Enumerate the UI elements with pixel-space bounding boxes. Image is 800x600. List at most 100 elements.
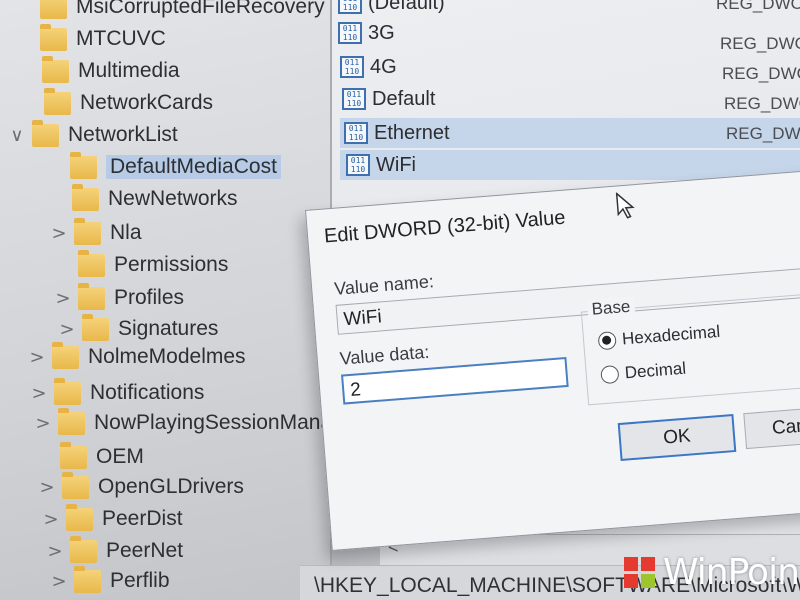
- chevron-right-icon[interactable]: >: [36, 509, 66, 530]
- tree-item-defaultmediacost[interactable]: DefaultMediaCost: [54, 151, 281, 182]
- tree-item-label: PeerDist: [102, 507, 183, 530]
- tree-item[interactable]: > PeerNet: [40, 535, 184, 566]
- cancel-button[interactable]: Cancel: [743, 404, 800, 450]
- tree-item[interactable]: Multimedia: [26, 55, 180, 86]
- chevron-right-icon[interactable]: >: [48, 288, 78, 309]
- ok-button[interactable]: OK: [617, 414, 737, 462]
- chevron-right-icon[interactable]: >: [52, 319, 82, 340]
- folder-icon: [78, 282, 105, 310]
- tree-item[interactable]: > Notifications: [24, 377, 205, 408]
- watermark-text: WinPoin: [663, 552, 800, 593]
- edit-dword-dialog[interactable]: Edit DWORD (32-bit) Value Value name: Wi…: [305, 169, 800, 551]
- value-type: REG_DWORD: [726, 124, 800, 143]
- tree-item[interactable]: > Perflib: [44, 565, 170, 596]
- dialog-title: Edit DWORD (32-bit) Value: [323, 206, 567, 248]
- chevron-right-icon[interactable]: >: [40, 541, 70, 562]
- tree-item[interactable]: Permissions: [62, 249, 229, 280]
- decimal-label: Decimal: [624, 358, 687, 383]
- tree-item[interactable]: > NowPlayingSessionManager: [28, 407, 362, 438]
- folder-icon: [44, 87, 71, 115]
- tree-item-label: NewNetworks: [108, 187, 238, 210]
- tree-item-label: Perflib: [110, 569, 170, 592]
- folder-icon: [82, 313, 109, 341]
- tree-item-label: Signatures: [118, 317, 219, 340]
- value-name: Ethernet: [374, 121, 450, 144]
- tree-item-label: NetworkList: [68, 123, 178, 146]
- tree-item[interactable]: NewNetworks: [56, 183, 238, 214]
- tree-item-label: PeerNet: [106, 539, 184, 562]
- value-data-label: Value data:: [338, 341, 431, 369]
- tree-item[interactable]: MTCUVC: [24, 23, 166, 54]
- folder-icon: [32, 119, 59, 147]
- value-name: Default: [372, 87, 436, 110]
- tree-item-label: MTCUVC: [76, 27, 166, 50]
- winpoin-logo-icon: [624, 557, 655, 588]
- chevron-right-icon[interactable]: >: [44, 571, 74, 592]
- tree-item-label: NetworkCards: [80, 91, 214, 114]
- hexadecimal-label: Hexadecimal: [621, 321, 721, 349]
- chevron-right-icon[interactable]: >: [44, 223, 74, 244]
- tree-item-label: Nla: [110, 221, 142, 244]
- tree-item[interactable]: > Signatures: [52, 313, 219, 344]
- chevron-right-icon[interactable]: >: [28, 413, 58, 434]
- tree-item-label: Multimedia: [78, 59, 180, 82]
- registry-editor-window: MsiCorruptedFileRecovery MTCUVC Multimed…: [0, 0, 800, 600]
- tree-item[interactable]: > Nla: [44, 217, 142, 248]
- binary-value-icon: 011 110: [338, 0, 362, 14]
- tree-item-label: Notifications: [90, 381, 205, 404]
- decimal-radio[interactable]: [600, 364, 620, 385]
- value-name: 4G: [370, 55, 397, 78]
- chevron-right-icon[interactable]: >: [22, 347, 52, 368]
- tree-item[interactable]: > Profiles: [48, 282, 185, 313]
- tree-item-label: MsiCorruptedFileRecovery: [76, 0, 325, 18]
- tree-item[interactable]: NetworkCards: [28, 87, 214, 118]
- hexadecimal-radio-option[interactable]: Hexadecimal: [597, 321, 721, 352]
- mouse-cursor-icon: [615, 191, 635, 219]
- winpoin-watermark: WinPoin: [624, 552, 800, 593]
- chevron-right-icon[interactable]: >: [24, 383, 54, 404]
- tree-item-label: Profiles: [114, 286, 185, 309]
- binary-value-icon: 011 110: [342, 88, 366, 110]
- folder-icon: [40, 0, 67, 19]
- value-name: WiFi: [376, 153, 416, 176]
- tree-item[interactable]: > PeerDist: [36, 503, 183, 534]
- registry-tree-pane[interactable]: MsiCorruptedFileRecovery MTCUVC Multimed…: [0, 0, 362, 600]
- value-name: (Default): [368, 0, 445, 14]
- tree-item[interactable]: OEM: [30, 441, 144, 472]
- tree-item[interactable]: MsiCorruptedFileRecovery: [24, 0, 325, 22]
- folder-icon: [74, 565, 101, 593]
- value-type: REG_DWORD: [724, 94, 800, 113]
- tree-item-label: OpenGLDrivers: [98, 475, 244, 498]
- base-group: Base Hexadecimal Decimal: [580, 290, 800, 406]
- folder-icon: [54, 377, 81, 405]
- binary-value-icon: 011 110: [340, 56, 364, 78]
- tree-item-label: Permissions: [114, 253, 229, 276]
- folder-icon: [60, 441, 87, 469]
- tree-item-label: NolmeModelmes: [88, 345, 246, 368]
- tree-item[interactable]: > OpenGLDrivers: [32, 471, 244, 502]
- base-label: Base: [586, 296, 636, 321]
- folder-icon: [66, 503, 93, 531]
- folder-icon: [72, 183, 99, 211]
- folder-icon: [70, 151, 97, 179]
- folder-icon: [62, 471, 89, 499]
- value-type: REG_DWORD: [716, 0, 800, 13]
- folder-icon: [74, 217, 101, 245]
- value-name-label: Value name:: [333, 271, 435, 299]
- folder-icon: [42, 55, 69, 83]
- hexadecimal-radio[interactable]: [597, 331, 617, 351]
- decimal-radio-option[interactable]: Decimal: [600, 359, 687, 386]
- value-type: REG_DWORD: [720, 34, 800, 53]
- folder-icon: [78, 249, 105, 277]
- chevron-down-icon[interactable]: ∨: [2, 125, 32, 146]
- folder-icon: [70, 535, 97, 563]
- folder-icon: [58, 407, 85, 435]
- binary-value-icon: 011 110: [346, 154, 370, 176]
- value-name: 3G: [368, 21, 395, 44]
- binary-value-icon: 011 110: [338, 22, 362, 44]
- chevron-right-icon[interactable]: >: [32, 477, 62, 498]
- folder-icon: [52, 341, 79, 369]
- folder-icon: [40, 23, 67, 51]
- tree-item-networklist[interactable]: ∨ NetworkList: [2, 119, 178, 150]
- tree-item[interactable]: > NolmeModelmes: [22, 341, 246, 372]
